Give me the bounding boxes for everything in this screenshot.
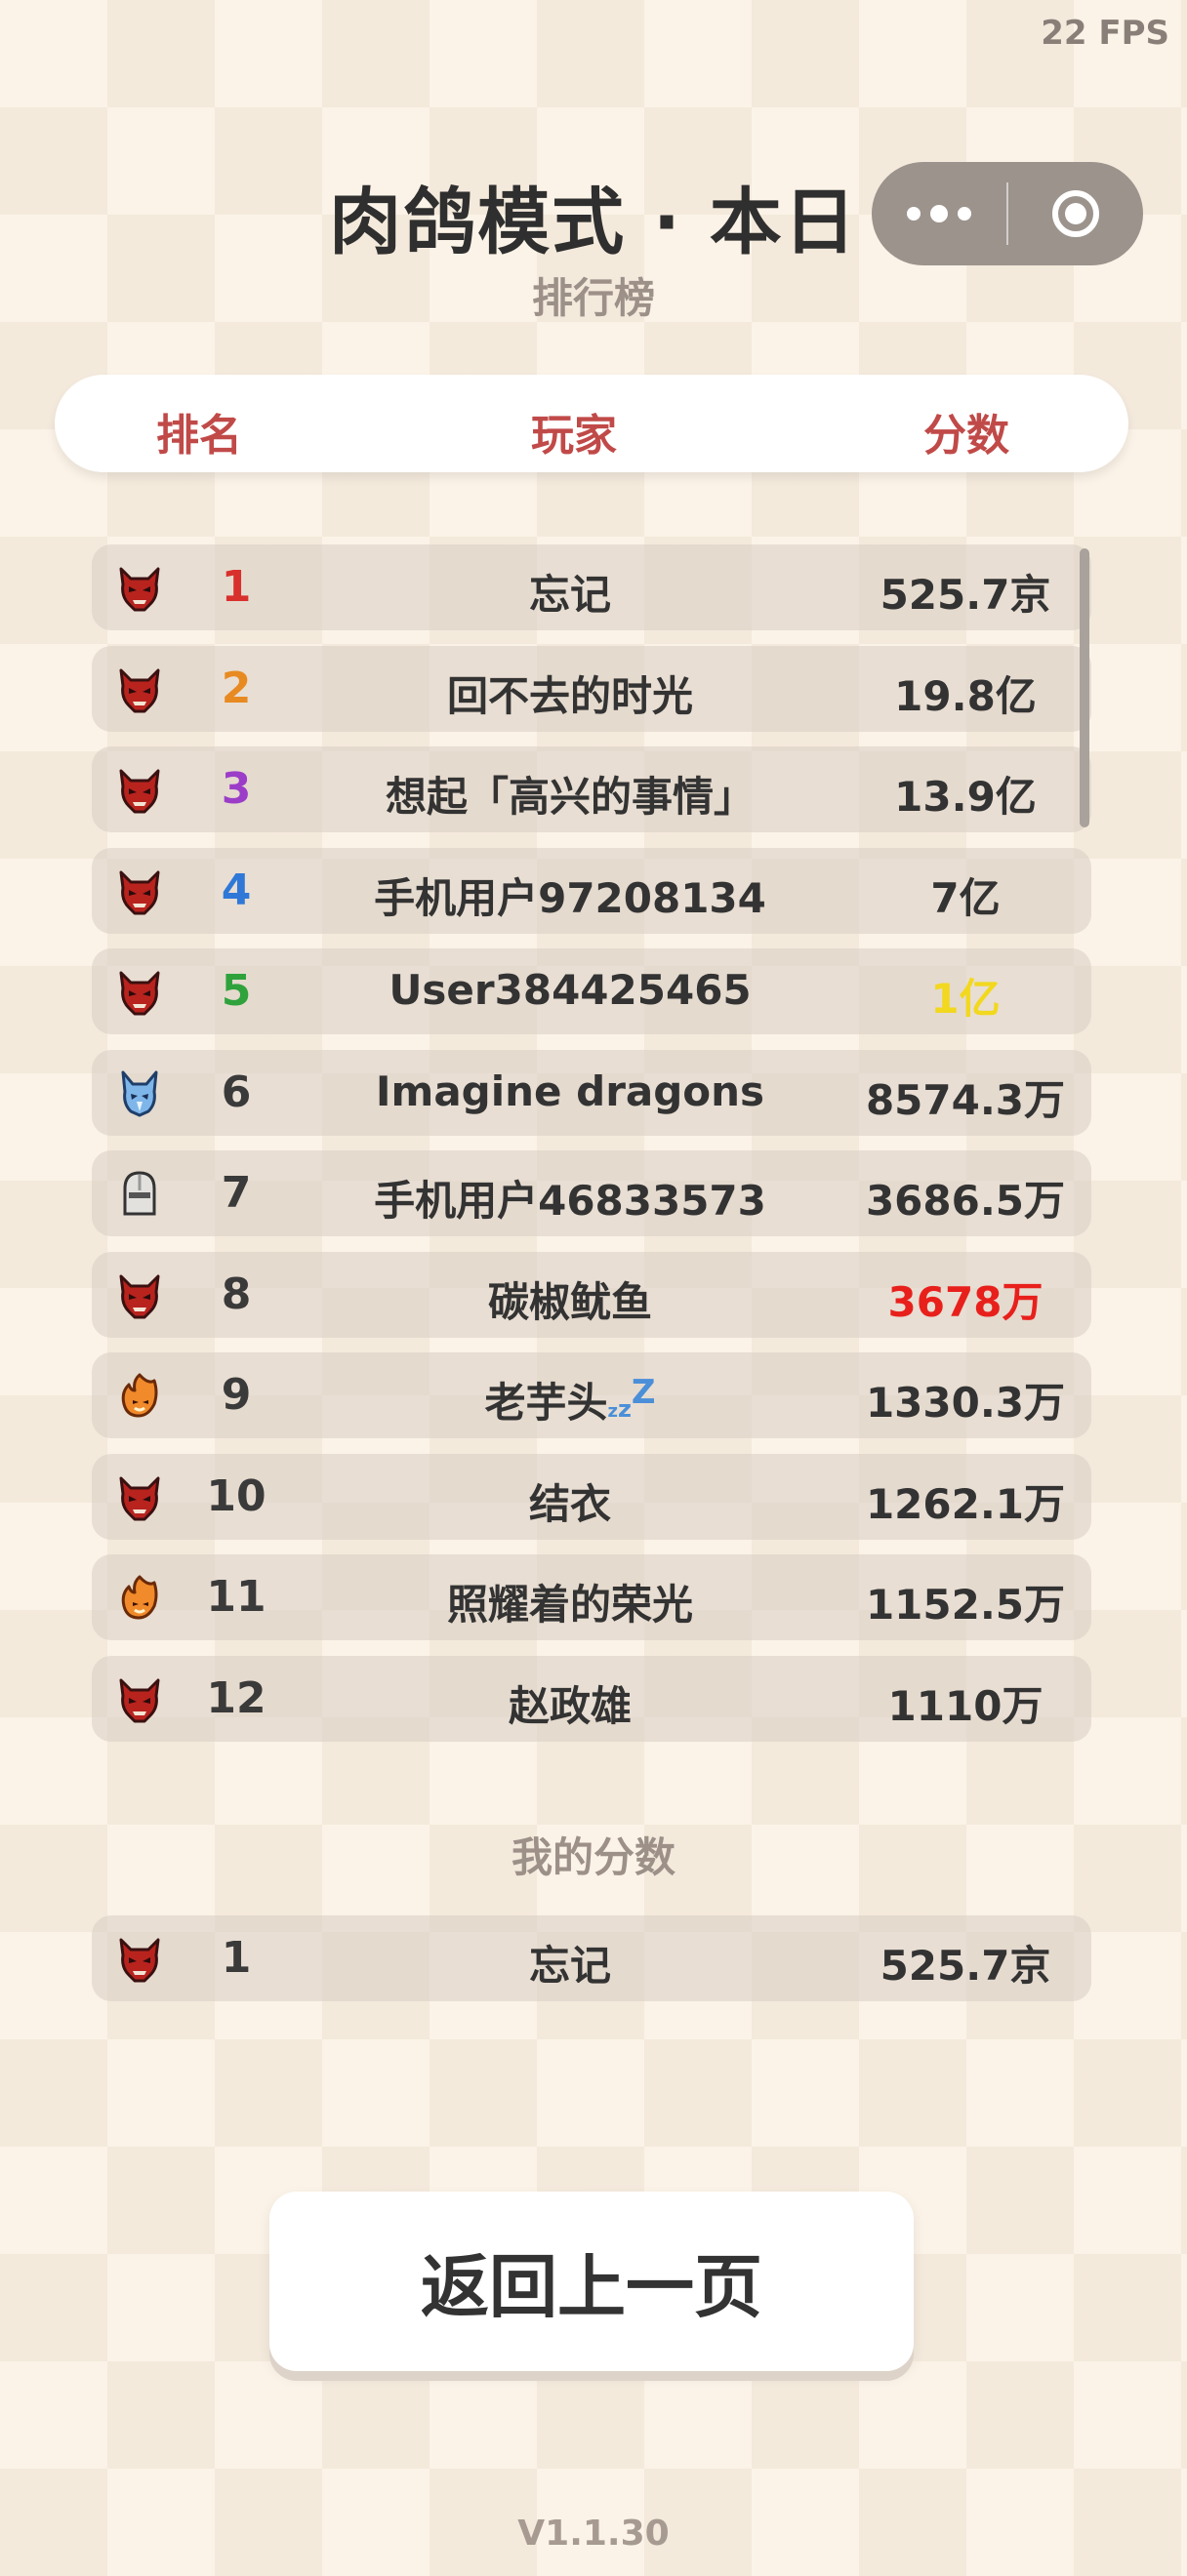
table-row[interactable]: 9 老芋头zzZ 1330.3万 (92, 1352, 1091, 1438)
row-rank: 3 (221, 764, 252, 814)
red-demon-icon (119, 1938, 160, 1983)
row-player-name: 照耀着的荣光 (287, 1572, 853, 1631)
blue-dragon-icon (121, 1070, 158, 1116)
back-button[interactable]: 返回上一页 (269, 2192, 914, 2371)
row-rank: 11 (206, 1572, 266, 1622)
my-score-value: 525.7京 (880, 1942, 1051, 1990)
row-player-name: 忘记 (287, 562, 853, 622)
table-row[interactable]: 2 回不去的时光 19.8亿 (92, 645, 1091, 732)
more-dots-icon-center (930, 205, 948, 222)
row-player-name: 碳椒鱿鱼 (287, 1269, 853, 1329)
row-rank: 9 (221, 1370, 252, 1420)
player-name-text: 碳椒鱿鱼 (487, 1277, 652, 1326)
row-rank: 8 (221, 1268, 252, 1319)
red-demon-icon (119, 668, 160, 712)
row-rank: 5 (221, 966, 252, 1016)
player-name-text: User384425465 (389, 966, 752, 1014)
miniprogram-capsule (872, 162, 1143, 265)
row-score: 19.8亿 (894, 671, 1037, 720)
row-rank: 7 (221, 1168, 252, 1218)
row-player-name: 手机用户97208134 (287, 865, 853, 925)
close-miniprogram-button[interactable] (1008, 162, 1143, 265)
row-rank: 4 (221, 865, 252, 915)
leaderboard-list[interactable]: 1 忘记 525.7京 2 回不去的时光 19.8亿 3 想起「高兴的事情」 13.9亿 4 手机用… (92, 544, 1091, 1756)
player-name-text: 结衣 (528, 1479, 611, 1528)
player-name-text: 回不去的时光 (446, 671, 693, 720)
leaderboard-column-header: 排名 玩家 分数 (55, 375, 1128, 472)
column-rank: 排名 (156, 411, 242, 461)
table-row[interactable]: 7 手机用户46833573 3686.5万 (92, 1150, 1091, 1236)
row-player-name: 老芋头zzZ (287, 1370, 853, 1429)
my-player-name: 忘记 (528, 1942, 611, 1990)
row-score: 8574.3万 (865, 1075, 1066, 1124)
row-score: 1330.3万 (865, 1379, 1066, 1427)
my-score-label: 我的分数 (511, 1833, 675, 1881)
row-score: 1亿 (930, 975, 1001, 1023)
player-name-text: 忘记 (528, 571, 611, 619)
my-rank: 1 (221, 1933, 252, 1983)
knight-helmet-icon (123, 1171, 156, 1216)
player-name-text: 赵政雄 (508, 1681, 632, 1730)
red-demon-icon (119, 1678, 160, 1722)
row-score: 1152.5万 (865, 1581, 1066, 1629)
table-row[interactable]: 10 结衣 1262.1万 (92, 1453, 1091, 1540)
row-player-name: Imagine dragons (287, 1067, 853, 1115)
row-rank: 12 (206, 1672, 266, 1723)
red-demon-icon (119, 870, 160, 914)
table-row[interactable]: 5 User384425465 1亿 (92, 948, 1091, 1034)
player-name-text: 想起「高兴的事情」 (385, 773, 755, 821)
row-player-name: 回不去的时光 (287, 664, 853, 723)
row-score: 7亿 (930, 873, 1001, 922)
fps-counter: 22 FPS (1041, 14, 1169, 53)
row-player-name: User384425465 (287, 966, 853, 1014)
target-circle-icon (1052, 190, 1099, 237)
player-name-text: 老芋头 (484, 1379, 608, 1427)
row-player-name: 手机用户46833573 (287, 1168, 853, 1228)
my-score-row: 1 忘记 525.7京 (92, 1915, 1091, 2001)
table-row[interactable]: 4 手机用户97208134 7亿 (92, 847, 1091, 934)
row-score: 1110万 (887, 1681, 1044, 1730)
player-name-text: 手机用户97208134 (374, 873, 766, 922)
version-label: V1.1.30 (517, 2514, 670, 2554)
more-menu-button[interactable] (872, 162, 1006, 265)
row-player-name: 结衣 (287, 1471, 853, 1531)
red-demon-icon (119, 971, 160, 1016)
row-rank: 10 (206, 1470, 266, 1521)
scrollbar[interactable] (1080, 548, 1089, 827)
row-score: 3686.5万 (865, 1177, 1066, 1225)
table-row[interactable]: 8 碳椒鱿鱼 3678万 (92, 1251, 1091, 1338)
player-name-text: 手机用户46833573 (374, 1177, 766, 1225)
red-demon-icon (119, 1476, 160, 1520)
sleep-zzz-icon: zzZ (607, 1373, 656, 1423)
table-row[interactable]: 3 想起「高兴的事情」 13.9亿 (92, 746, 1091, 832)
table-row[interactable]: 1 忘记 525.7京 (92, 544, 1091, 630)
red-demon-icon (119, 1274, 160, 1318)
table-row[interactable]: 12 赵政雄 1110万 (92, 1655, 1091, 1742)
page-subtitle: 排行榜 (531, 274, 655, 322)
row-rank: 2 (221, 663, 252, 713)
more-dots-icon (907, 207, 921, 221)
row-score: 13.9亿 (894, 773, 1037, 821)
row-player-name: 赵政雄 (287, 1673, 853, 1733)
fire-spirit-icon (121, 1575, 158, 1620)
row-score: 525.7京 (880, 571, 1051, 619)
player-name-text: 照耀着的荣光 (446, 1581, 693, 1629)
more-dots-icon-right (958, 207, 971, 221)
column-score: 分数 (923, 411, 1009, 461)
row-score: 1262.1万 (865, 1479, 1066, 1528)
player-name-text: Imagine dragons (375, 1067, 765, 1115)
row-rank: 1 (221, 562, 252, 612)
red-demon-icon (119, 567, 160, 612)
red-demon-icon (119, 769, 160, 814)
row-rank: 6 (221, 1067, 252, 1117)
fire-spirit-icon (121, 1373, 158, 1418)
row-player-name: 想起「高兴的事情」 (287, 764, 853, 824)
table-row[interactable]: 11 照耀着的荣光 1152.5万 (92, 1554, 1091, 1640)
column-player: 玩家 (531, 411, 617, 461)
table-row[interactable]: 6 Imagine dragons 8574.3万 (92, 1049, 1091, 1136)
row-score: 3678万 (887, 1277, 1044, 1326)
